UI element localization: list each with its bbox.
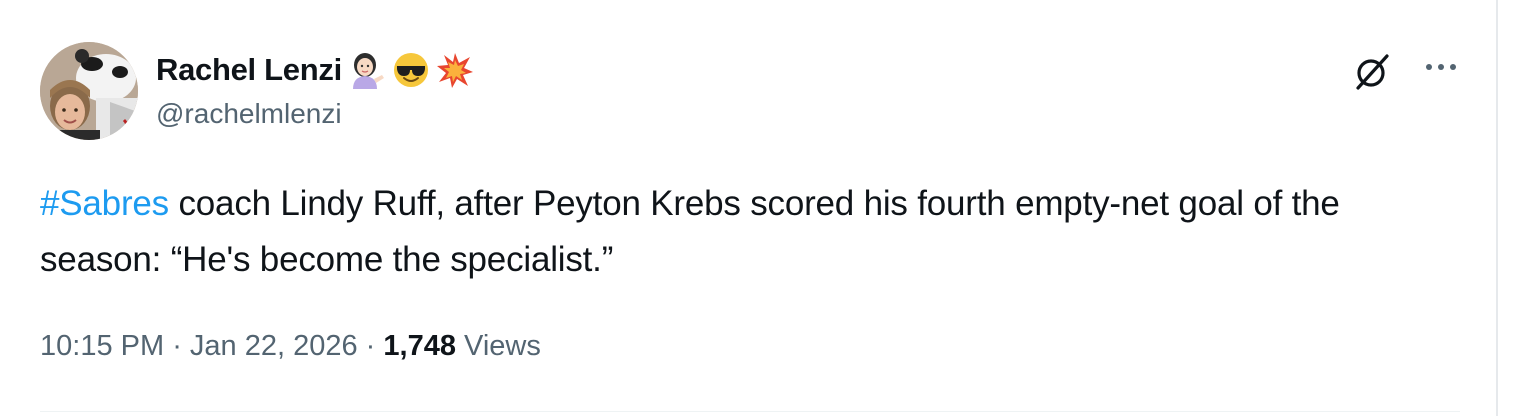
tweet-text: #Sabres coach Lindy Ruff, after Peyton K…	[40, 176, 1460, 288]
meta-separator: ·	[357, 330, 384, 362]
smiling-face-with-sunglasses-emoji	[392, 51, 430, 89]
avatar[interactable]	[40, 42, 138, 140]
collision-emoji	[436, 51, 474, 89]
more-icon[interactable]	[1421, 52, 1461, 82]
hashtag-link[interactable]: #Sabres	[40, 184, 169, 223]
tweet-card: Rachel Lenzi @rachelmlenzi #Sabres coach…	[0, 0, 1498, 416]
author-name-row: Rachel Lenzi	[156, 50, 474, 90]
grok-icon[interactable]	[1352, 52, 1392, 92]
views-count[interactable]: 1,748	[383, 330, 456, 363]
avatar-image	[40, 42, 138, 140]
tweet-meta: 10:15 PM · Jan 22, 2026 · 1,748 Views	[40, 330, 541, 363]
tweet-body: coach Lindy Ruff, after Peyton Krebs sco…	[40, 184, 1340, 279]
display-name[interactable]: Rachel Lenzi	[156, 52, 342, 88]
tweet-date[interactable]: Jan 22, 2026	[190, 330, 358, 363]
divider	[40, 411, 1460, 412]
author-handle[interactable]: @rachelmlenzi	[156, 98, 342, 130]
woman-tipping-hand-emoji	[348, 51, 386, 89]
meta-separator: ·	[164, 330, 190, 362]
views-label: Views	[455, 330, 541, 362]
tweet-time[interactable]: 10:15 PM	[40, 330, 164, 363]
